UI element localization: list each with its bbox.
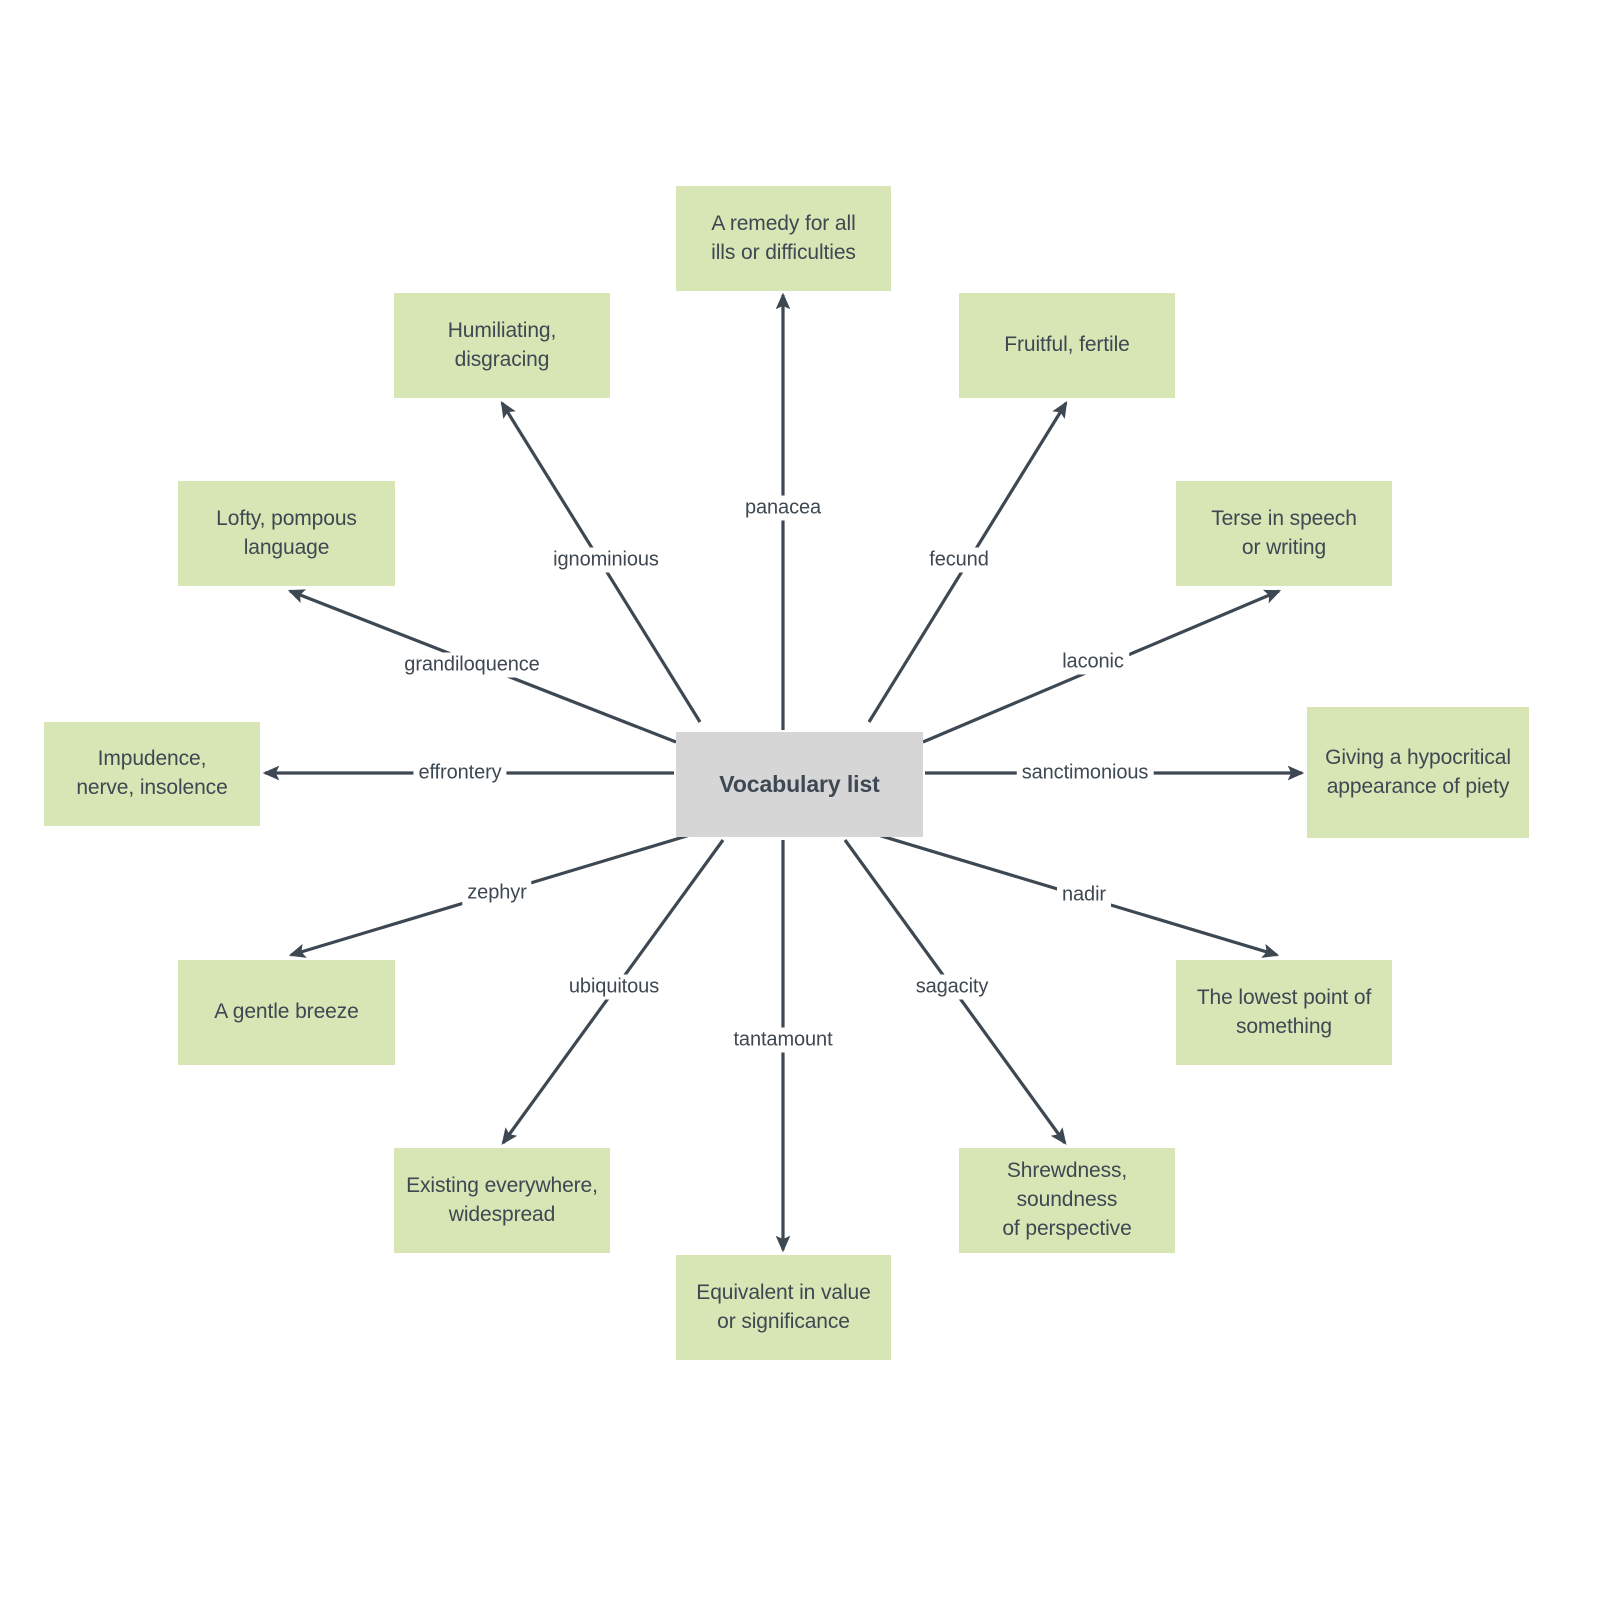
leaf-node-panacea[interactable]: A remedy for all ills or difficulties [676,186,891,291]
leaf-node-label: Existing everywhere, widespread [406,1173,598,1226]
leaf-node-zephyr[interactable]: A gentle breeze [178,960,395,1065]
leaf-node-label: A remedy for all ills or difficulties [711,211,856,264]
leaf-node-label: Giving a hypocritical appearance of piety [1325,745,1511,798]
leaf-node-tantamount[interactable]: Equivalent in value or significance [676,1255,891,1360]
edge-label-grandiloquence[interactable]: grandiloquence [399,652,545,678]
center-node-vocabulary-list[interactable]: Vocabulary list [676,732,923,837]
leaf-node-label: Lofty, pompous language [216,506,357,559]
edge-label-laconic[interactable]: laconic [1057,649,1129,675]
edge-label-sagacity[interactable]: sagacity [910,974,994,1000]
edge-label-ubiquitous[interactable]: ubiquitous [563,974,665,1000]
leaf-node-ignominious[interactable]: Humiliating, disgracing [394,293,610,398]
edge-label-nadir[interactable]: nadir [1057,882,1111,908]
leaf-node-fecund[interactable]: Fruitful, fertile [959,293,1175,398]
edge-label-ignominious[interactable]: ignominious [548,547,664,573]
mindmap-canvas: Vocabulary list A remedy for all ills or … [0,0,1600,1600]
leaf-node-laconic[interactable]: Terse in speech or writing [1176,481,1392,586]
leaf-node-nadir[interactable]: The lowest point of something [1176,960,1392,1065]
leaf-node-sanctimonious[interactable]: Giving a hypocritical appearance of piety [1307,707,1529,838]
leaf-node-ubiquitous[interactable]: Existing everywhere, widespread [394,1148,610,1253]
leaf-node-label: The lowest point of something [1196,985,1372,1038]
leaf-node-label: Fruitful, fertile [1004,333,1130,357]
edge-label-panacea[interactable]: panacea [739,495,827,521]
center-node-label: Vocabulary list [719,770,880,797]
leaf-node-effrontery[interactable]: Impudence, nerve, insolence [44,722,260,826]
leaf-node-grandiloquence[interactable]: Lofty, pompous language [178,481,395,586]
edge-label-effrontery[interactable]: effrontery [413,760,507,786]
leaf-node-label: Terse in speech or writing [1211,506,1357,559]
edge-label-tantamount[interactable]: tantamount [728,1027,838,1053]
edge-label-fecund[interactable]: fecund [924,547,994,573]
leaf-node-label: A gentle breeze [214,1000,359,1024]
leaf-node-label: Shrewdness, soundness of perspective [1002,1159,1132,1240]
leaf-node-label: Impudence, nerve, insolence [76,747,228,799]
edge-label-sanctimonious[interactable]: sanctimonious [1016,760,1154,786]
leaf-node-sagacity[interactable]: Shrewdness, soundness of perspective [959,1148,1175,1253]
edge-label-zephyr[interactable]: zephyr [462,880,532,906]
leaf-node-label: Equivalent in value or significance [696,1280,871,1333]
leaf-node-label: Humiliating, disgracing [447,318,557,371]
